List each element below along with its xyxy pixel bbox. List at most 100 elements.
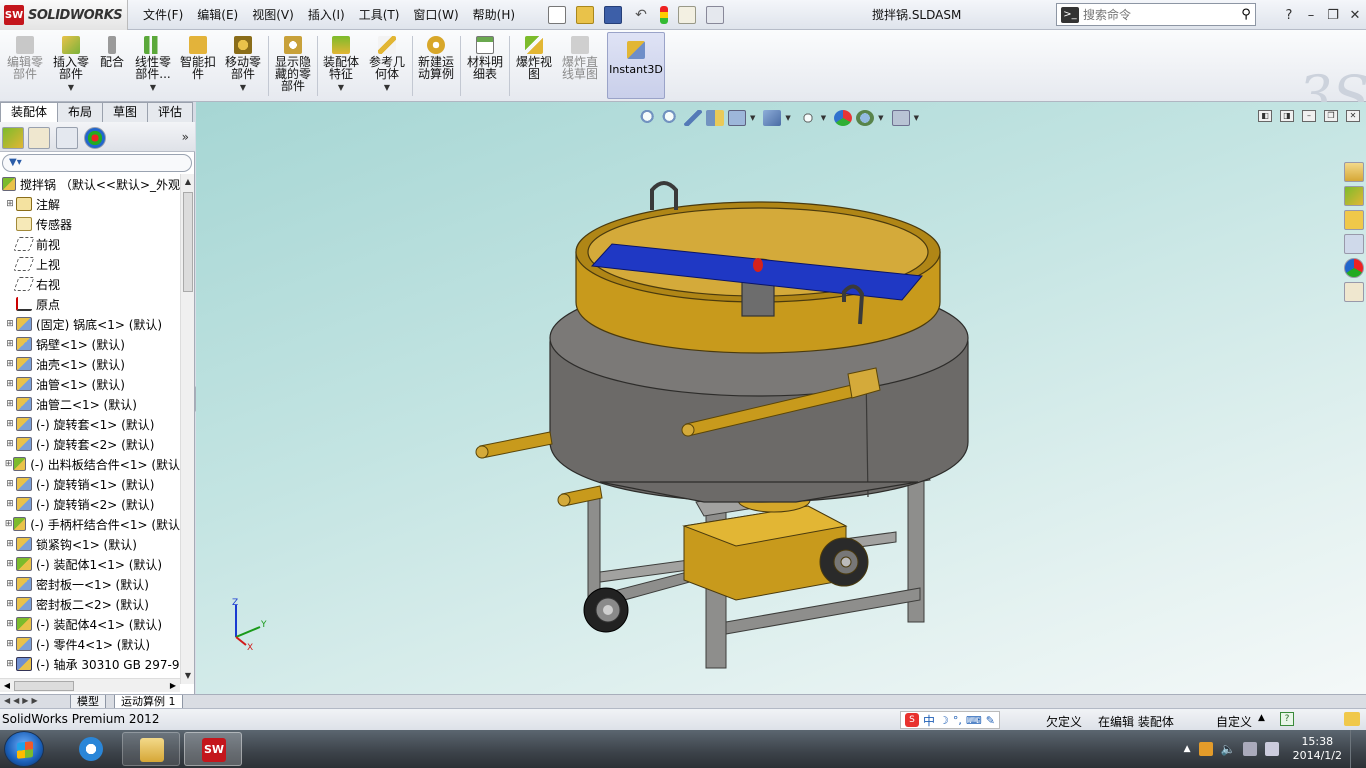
reference-geometry-button[interactable]: 参考几 何体 ▼ [366, 32, 408, 100]
tree-item[interactable]: ⊞ (-) 装配体4<1> (默认) [0, 614, 180, 634]
expand-toggle-icon[interactable]: ⊞ [4, 559, 16, 569]
chevron-down-icon[interactable]: ▼ [68, 82, 74, 94]
feature-manager-tab[interactable] [2, 127, 24, 149]
scroll-thumb[interactable] [14, 681, 74, 691]
expand-toggle-icon[interactable]: ⊞ [4, 499, 16, 509]
tree-item[interactable]: ⊞ (-) 装配体1<1> (默认) [0, 554, 180, 574]
scroll-thumb[interactable] [183, 192, 193, 292]
tab-evaluate[interactable]: 评估 [147, 102, 194, 122]
graphics-area[interactable]: ▼ ▼ ▼ ▼ ▼ ◧ ◨ – ❐ ✕ Z Y X [196, 102, 1366, 694]
tree-item[interactable]: 右视 [0, 274, 180, 294]
scroll-up-icon[interactable]: ▲ [181, 174, 195, 190]
tree-item[interactable]: 传感器 [0, 214, 180, 234]
tree-vertical-scrollbar[interactable]: ▲ ▼ [180, 174, 194, 684]
scroll-down-icon[interactable]: ▼ [181, 668, 195, 684]
open-folder-icon[interactable] [576, 6, 594, 24]
expand-toggle-icon[interactable]: ⊞ [4, 379, 16, 389]
file-properties-icon[interactable] [678, 6, 696, 24]
tree-item[interactable]: ⊞ (固定) 锅底<1> (默认) [0, 314, 180, 334]
tab-assembly[interactable]: 装配体 [0, 102, 59, 122]
expand-toggle-icon[interactable]: ⊞ [4, 479, 16, 489]
show-hidden-icons-icon[interactable]: ▲ [1184, 744, 1191, 754]
linear-pattern-button[interactable]: 线性零 部件... ▼ [132, 32, 174, 100]
tab-layout[interactable]: 布局 [57, 102, 104, 122]
search-commands-box[interactable]: >_ ⚲ [1056, 3, 1256, 26]
tray-app-icon[interactable] [1198, 742, 1213, 756]
show-desktop-button[interactable] [1350, 730, 1360, 768]
search-input[interactable] [1083, 7, 1237, 22]
tree-filter[interactable]: ▼▾ [2, 154, 192, 172]
tree-item[interactable]: ⊞ (-) 旋转销<1> (默认) [0, 474, 180, 494]
expand-toggle-icon[interactable]: ⊞ [4, 419, 16, 429]
tree-item[interactable]: ⊞ (-) 零件4<1> (默认) [0, 634, 180, 654]
clock[interactable]: 15:38 2014/1/2 [1293, 735, 1342, 763]
rebuild-traffic-light-icon[interactable] [660, 6, 668, 24]
display-manager-tab[interactable] [84, 127, 106, 149]
minimize-button[interactable]: – [1300, 8, 1322, 23]
expand-toggle-icon[interactable]: ⊞ [4, 439, 16, 449]
menu-insert[interactable]: 插入(I) [301, 0, 352, 30]
scroll-left-icon[interactable]: ◀ [0, 679, 14, 693]
expand-toggle-icon[interactable]: ⊞ [4, 199, 16, 209]
ime-punctuation-icon[interactable]: °, [953, 714, 962, 727]
tree-item[interactable]: 上视 [0, 254, 180, 274]
units-selector[interactable]: 自定义 [1216, 713, 1252, 730]
expand-toggle-icon[interactable]: ⊞ [4, 399, 16, 409]
tree-item[interactable]: ⊞ 密封板一<1> (默认) [0, 574, 180, 594]
chevron-up-icon[interactable]: ▲ [1258, 713, 1265, 723]
tree-item[interactable]: ⊞ (-) 旋转销<2> (默认) [0, 494, 180, 514]
explode-line-sketch-button[interactable]: 爆炸直 线草图 [559, 32, 601, 100]
tree-item[interactable]: ⊞ 注解 [0, 194, 180, 214]
new-document-icon[interactable] [548, 6, 566, 24]
scroll-right-icon[interactable]: ▶ [166, 679, 180, 693]
menu-view[interactable]: 视图(V) [245, 0, 301, 30]
smart-fasteners-button[interactable]: 智能扣 件 [178, 32, 218, 100]
taskbar-sogou-browser[interactable] [62, 732, 120, 766]
tree-horizontal-scrollbar[interactable]: ◀ ▶ [0, 678, 180, 692]
power-icon[interactable] [1242, 742, 1257, 756]
expand-tabs-icon[interactable]: » [182, 130, 189, 144]
chevron-down-icon[interactable]: ▼ [384, 82, 390, 94]
tree-item[interactable]: ⊞ (-) 旋转套<1> (默认) [0, 414, 180, 434]
taskbar-explorer[interactable] [122, 732, 180, 766]
tree-item[interactable]: ⊞ (-) 出料板结合件<1> (默认 [0, 454, 180, 474]
expand-toggle-icon[interactable]: ⊞ [4, 619, 16, 629]
menu-edit[interactable]: 编辑(E) [190, 0, 245, 30]
menu-help[interactable]: 帮助(H) [466, 0, 522, 30]
expand-toggle-icon[interactable]: ⊞ [4, 599, 16, 609]
start-button[interactable] [4, 731, 44, 767]
network-icon[interactable] [1264, 742, 1279, 756]
show-hidden-components-button[interactable]: 显示隐 藏的零 部件 [272, 32, 314, 100]
tree-item[interactable]: ⊞ (-) 轴承 30310 GB 297-9 [0, 654, 180, 674]
menu-tools[interactable]: 工具(T) [352, 0, 407, 30]
solidworks-logo[interactable]: SW SOLIDWORKS [0, 0, 128, 30]
tab-navigation-arrows[interactable]: ◀◀▶▶ [4, 696, 41, 705]
expand-toggle-icon[interactable]: ⊞ [4, 319, 16, 329]
tree-item[interactable]: ⊞ 油管二<1> (默认) [0, 394, 180, 414]
chevron-down-icon[interactable]: ▼ [240, 82, 246, 94]
bill-of-materials-button[interactable]: 材料明 细表 [464, 32, 506, 100]
menu-window[interactable]: 窗口(W) [406, 0, 465, 30]
ime-language[interactable]: 中 [923, 712, 935, 729]
tree-item[interactable]: ⊞ 油壳<1> (默认) [0, 354, 180, 374]
tab-sketch[interactable]: 草图 [102, 102, 149, 122]
tree-item[interactable]: ⊞ (-) 手柄杆结合件<1> (默认 [0, 514, 180, 534]
tree-root[interactable]: 搅拌锅 （默认<<默认>_外观 [0, 174, 180, 194]
instant3d-button[interactable]: Instant3D [607, 32, 665, 99]
tree-item[interactable]: ⊞ 锁紧钩<1> (默认) [0, 534, 180, 554]
chevron-down-icon[interactable]: ▼ [150, 82, 156, 94]
mixing-pot-model[interactable] [196, 102, 1366, 694]
property-manager-tab[interactable] [28, 127, 50, 149]
tree-item[interactable]: 前视 [0, 234, 180, 254]
options-icon[interactable] [706, 6, 724, 24]
expand-toggle-icon[interactable]: ⊞ [4, 359, 16, 369]
tag-icon[interactable] [1344, 712, 1360, 726]
expand-toggle-icon[interactable]: ⊞ [4, 519, 13, 529]
tree-item[interactable]: ⊞ 锅壁<1> (默认) [0, 334, 180, 354]
close-button[interactable]: ✕ [1344, 8, 1366, 23]
tree-item[interactable]: ⊞ (-) 旋转套<2> (默认) [0, 434, 180, 454]
tree-item[interactable]: 原点 [0, 294, 180, 314]
expand-toggle-icon[interactable]: ⊞ [4, 459, 13, 469]
tab-motion-study[interactable]: 运动算例 1 [114, 695, 183, 709]
expand-toggle-icon[interactable]: ⊞ [4, 579, 16, 589]
